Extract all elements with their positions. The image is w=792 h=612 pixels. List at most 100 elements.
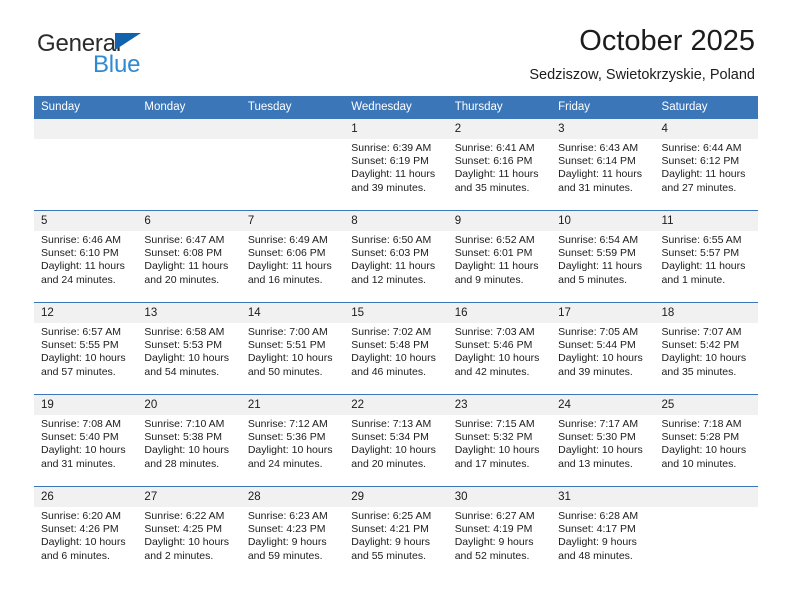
day-cell[interactable]: Sunrise: 7:13 AM Sunset: 5:34 PM Daylight:…: [344, 415, 448, 486]
daylight-line: Daylight: 10 hours: [351, 444, 436, 457]
day-number[interactable]: 3: [551, 119, 655, 139]
day-cell[interactable]: Sunrise: 6:23 AM Sunset: 4:23 PM Daylight:…: [240, 507, 345, 578]
daylight-line: Daylight: 10 hours: [144, 352, 230, 365]
day-cell[interactable]: Sunrise: 6:20 AM Sunset: 4:26 PM Daylight:…: [34, 507, 138, 578]
week-detail-row: Sunrise: 6:20 AM Sunset: 4:26 PM Daylight:…: [34, 507, 758, 578]
day-cell[interactable]: Sunrise: 7:17 AM Sunset: 5:30 PM Daylight:…: [551, 415, 655, 486]
day-number[interactable]: 16: [447, 303, 552, 323]
daylight-line: Daylight: 11 hours: [351, 168, 436, 181]
day-number[interactable]: 30: [447, 487, 552, 507]
daylight-line-cont: and 39 minutes.: [351, 181, 426, 194]
day-number[interactable]: 26: [34, 487, 138, 507]
day-cell[interactable]: Sunrise: 6:52 AM Sunset: 6:01 PM Daylight:…: [447, 231, 552, 302]
day-number[interactable]: 29: [344, 487, 448, 507]
day-cell[interactable]: Sunrise: 7:00 AM Sunset: 5:51 PM Daylight:…: [240, 323, 345, 394]
day-cell[interactable]: Sunrise: 6:39 AM Sunset: 6:19 PM Daylight:…: [344, 139, 448, 210]
sunrise-line: Sunrise: 6:22 AM: [144, 510, 225, 522]
day-cell[interactable]: Sunrise: 7:15 AM Sunset: 5:32 PM Daylight:…: [447, 415, 552, 486]
day-number[interactable]: 9: [447, 211, 552, 231]
day-cell[interactable]: Sunrise: 6:43 AM Sunset: 6:14 PM Daylight:…: [551, 139, 655, 210]
daylight-line: Daylight: 10 hours: [144, 444, 230, 457]
day-number[interactable]: 23: [447, 395, 552, 415]
day-number[interactable]: 31: [551, 487, 655, 507]
day-cell[interactable]: Sunrise: 7:05 AM Sunset: 5:44 PM Daylight:…: [551, 323, 655, 394]
day-number[interactable]: 2: [447, 119, 552, 139]
dow-sunday: Sunday: [34, 96, 138, 119]
day-number[interactable]: 24: [551, 395, 655, 415]
general-blue-logo[interactable]: General Blue: [37, 30, 217, 82]
daylight-line: Daylight: 9 hours: [247, 536, 327, 549]
day-cell[interactable]: Sunrise: 6:49 AM Sunset: 6:06 PM Daylight:…: [240, 231, 345, 302]
daylight-line-cont: and 24 minutes.: [41, 273, 116, 286]
day-cell[interactable]: Sunrise: 7:08 AM Sunset: 5:40 PM Daylight:…: [34, 415, 138, 486]
day-number[interactable]: 14: [240, 303, 345, 323]
day-number[interactable]: 11: [654, 211, 758, 231]
day-number[interactable]: 8: [344, 211, 448, 231]
daylight-line: Daylight: 11 hours: [247, 260, 332, 273]
sunrise-line: Sunrise: 7:08 AM: [41, 418, 121, 430]
day-number[interactable]: 4: [654, 119, 758, 139]
day-number[interactable]: 7: [240, 211, 345, 231]
day-cell[interactable]: Sunrise: 6:50 AM Sunset: 6:03 PM Daylight:…: [344, 231, 448, 302]
day-cell[interactable]: Sunrise: 6:47 AM Sunset: 6:08 PM Daylight:…: [137, 231, 241, 302]
page-title: October 2025: [579, 25, 755, 57]
day-number[interactable]: 19: [34, 395, 138, 415]
day-number[interactable]: 28: [240, 487, 345, 507]
day-cell[interactable]: Sunrise: 6:28 AM Sunset: 4:17 PM Daylight:…: [551, 507, 655, 578]
daylight-line-cont: and 46 minutes.: [351, 365, 426, 378]
day-cell[interactable]: Sunrise: 6:58 AM Sunset: 5:53 PM Daylight:…: [137, 323, 241, 394]
sunset-line: Sunset: 6:06 PM: [247, 247, 326, 260]
day-number[interactable]: 22: [344, 395, 448, 415]
sunrise-line: Sunrise: 6:49 AM: [247, 234, 328, 246]
day-cell[interactable]: Sunrise: 6:54 AM Sunset: 5:59 PM Daylight:…: [551, 231, 655, 302]
day-cell[interactable]: Sunrise: 7:03 AM Sunset: 5:46 PM Daylight:…: [447, 323, 552, 394]
day-number[interactable]: 17: [551, 303, 655, 323]
day-number[interactable]: 20: [137, 395, 241, 415]
day-cell[interactable]: Sunrise: 7:10 AM Sunset: 5:38 PM Daylight:…: [137, 415, 241, 486]
day-number[interactable]: 1: [344, 119, 448, 139]
daylight-line: Daylight: 11 hours: [41, 260, 125, 273]
daylight-line-cont: and 59 minutes.: [247, 549, 323, 562]
day-number[interactable]: 13: [137, 303, 241, 323]
sunset-line: Sunset: 4:21 PM: [351, 523, 429, 536]
daylight-line: Daylight: 10 hours: [454, 444, 540, 457]
sunset-line: Sunset: 5:46 PM: [454, 339, 533, 352]
day-number[interactable]: 18: [654, 303, 758, 323]
dow-friday: Friday: [551, 96, 655, 119]
day-cell[interactable]: Sunrise: 6:44 AM Sunset: 6:12 PM Daylight:…: [654, 139, 758, 210]
triangle-icon: [115, 33, 141, 50]
sunrise-line: Sunrise: 7:17 AM: [558, 418, 639, 430]
day-cell[interactable]: Sunrise: 6:46 AM Sunset: 6:10 PM Daylight:…: [34, 231, 138, 302]
day-cell[interactable]: Sunrise: 7:02 AM Sunset: 5:48 PM Daylight:…: [344, 323, 448, 394]
sunrise-line: Sunrise: 7:15 AM: [454, 418, 535, 430]
day-cell[interactable]: Sunrise: 6:55 AM Sunset: 5:57 PM Daylight:…: [654, 231, 758, 302]
daylight-line-cont: and 28 minutes.: [144, 457, 220, 470]
day-cell[interactable]: Sunrise: 7:18 AM Sunset: 5:28 PM Daylight:…: [654, 415, 758, 486]
day-number[interactable]: 5: [34, 211, 138, 231]
day-number[interactable]: 25: [654, 395, 758, 415]
daylight-line-cont: and 24 minutes.: [247, 457, 323, 470]
day-number[interactable]: 27: [137, 487, 241, 507]
day-cell[interactable]: Sunrise: 6:25 AM Sunset: 4:21 PM Daylight:…: [344, 507, 448, 578]
daylight-line: Daylight: 9 hours: [558, 536, 637, 549]
day-cell[interactable]: Sunrise: 7:12 AM Sunset: 5:36 PM Daylight:…: [240, 415, 345, 486]
sunset-line: Sunset: 5:53 PM: [144, 339, 223, 352]
day-cell[interactable]: Sunrise: 6:27 AM Sunset: 4:19 PM Daylight:…: [447, 507, 552, 578]
day-cell[interactable]: Sunrise: 7:07 AM Sunset: 5:42 PM Daylight:…: [654, 323, 758, 394]
day-number[interactable]: 15: [344, 303, 448, 323]
day-number[interactable]: 21: [240, 395, 345, 415]
day-cell[interactable]: Sunrise: 6:41 AM Sunset: 6:16 PM Daylight:…: [447, 139, 552, 210]
dow-saturday: Saturday: [654, 96, 758, 119]
day-cell[interactable]: Sunrise: 6:22 AM Sunset: 4:25 PM Daylight:…: [137, 507, 241, 578]
day-number[interactable]: 6: [137, 211, 241, 231]
calendar-body: 1 2 3 4 Sunrise: 6:39 AM Sunset: 6:19 PM Dayli…: [34, 119, 758, 578]
daylight-line: Daylight: 11 hours: [661, 168, 746, 181]
sunset-line: Sunset: 5:42 PM: [661, 339, 740, 352]
sunset-line: Sunset: 5:28 PM: [661, 431, 740, 444]
daylight-line: Daylight: 11 hours: [351, 260, 436, 273]
daylight-line: Daylight: 10 hours: [558, 444, 643, 457]
day-cell[interactable]: Sunrise: 6:57 AM Sunset: 5:55 PM Daylight:…: [34, 323, 138, 394]
day-cell-empty: [34, 139, 138, 210]
day-number[interactable]: 12: [34, 303, 138, 323]
day-number[interactable]: 10: [551, 211, 655, 231]
